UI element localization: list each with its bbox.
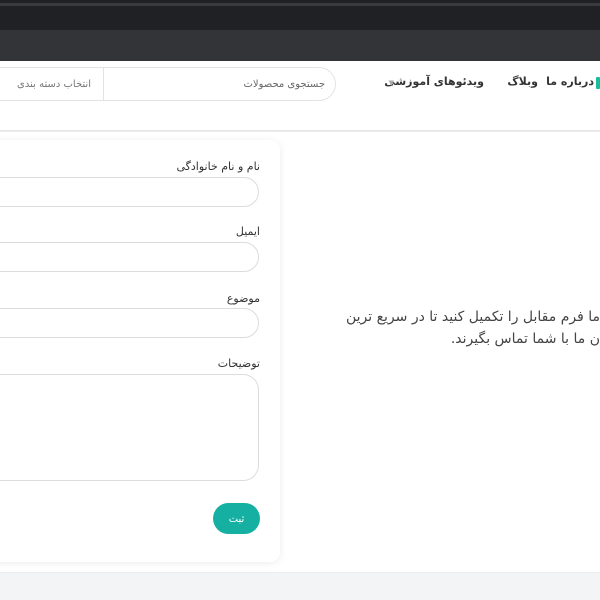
browser-toolbar [0, 30, 600, 61]
subject-label: موضوع [226, 292, 260, 305]
contact-form: نام و نام خانوادگی ایمیل موضوع توضیحات ث… [0, 140, 280, 562]
submit-button[interactable]: ثبت [213, 503, 260, 534]
info-line-2: ن ما با شما تماس بگیرند. [450, 331, 600, 347]
info-line-1: ما فرم مقابل را تکمیل کنید تا در سریع تر… [345, 309, 600, 325]
menu-item-about[interactable]: درباره ما [546, 75, 594, 88]
menu-item-blog[interactable]: وبلاگ [507, 75, 538, 88]
browser-top-bar [0, 0, 600, 30]
description-label: توضیحات [217, 357, 260, 370]
subject-field[interactable] [0, 308, 259, 338]
site-header: انتخاب دسته بندی درباره ما وبلاگ ویدئوها… [0, 61, 600, 131]
name-field[interactable] [0, 177, 259, 207]
contact-info-text: ما فرم مقابل را تکمیل کنید تا در سریع تر… [300, 306, 600, 350]
name-label: نام و نام خانوادگی [176, 160, 260, 173]
active-menu-indicator [596, 77, 600, 89]
email-label: ایمیل [235, 225, 260, 238]
contact-section: نام و نام خانوادگی ایمیل موضوع توضیحات ث… [0, 131, 600, 573]
description-textarea[interactable] [0, 374, 259, 481]
search-input[interactable] [104, 68, 335, 100]
chevron-down-icon: ▼ [388, 79, 394, 87]
category-select[interactable]: انتخاب دسته بندی [0, 67, 104, 101]
search-box [104, 67, 336, 101]
email-field[interactable] [0, 242, 259, 272]
menu-item-videos[interactable]: ویدئوهای آموزشی [384, 75, 484, 88]
